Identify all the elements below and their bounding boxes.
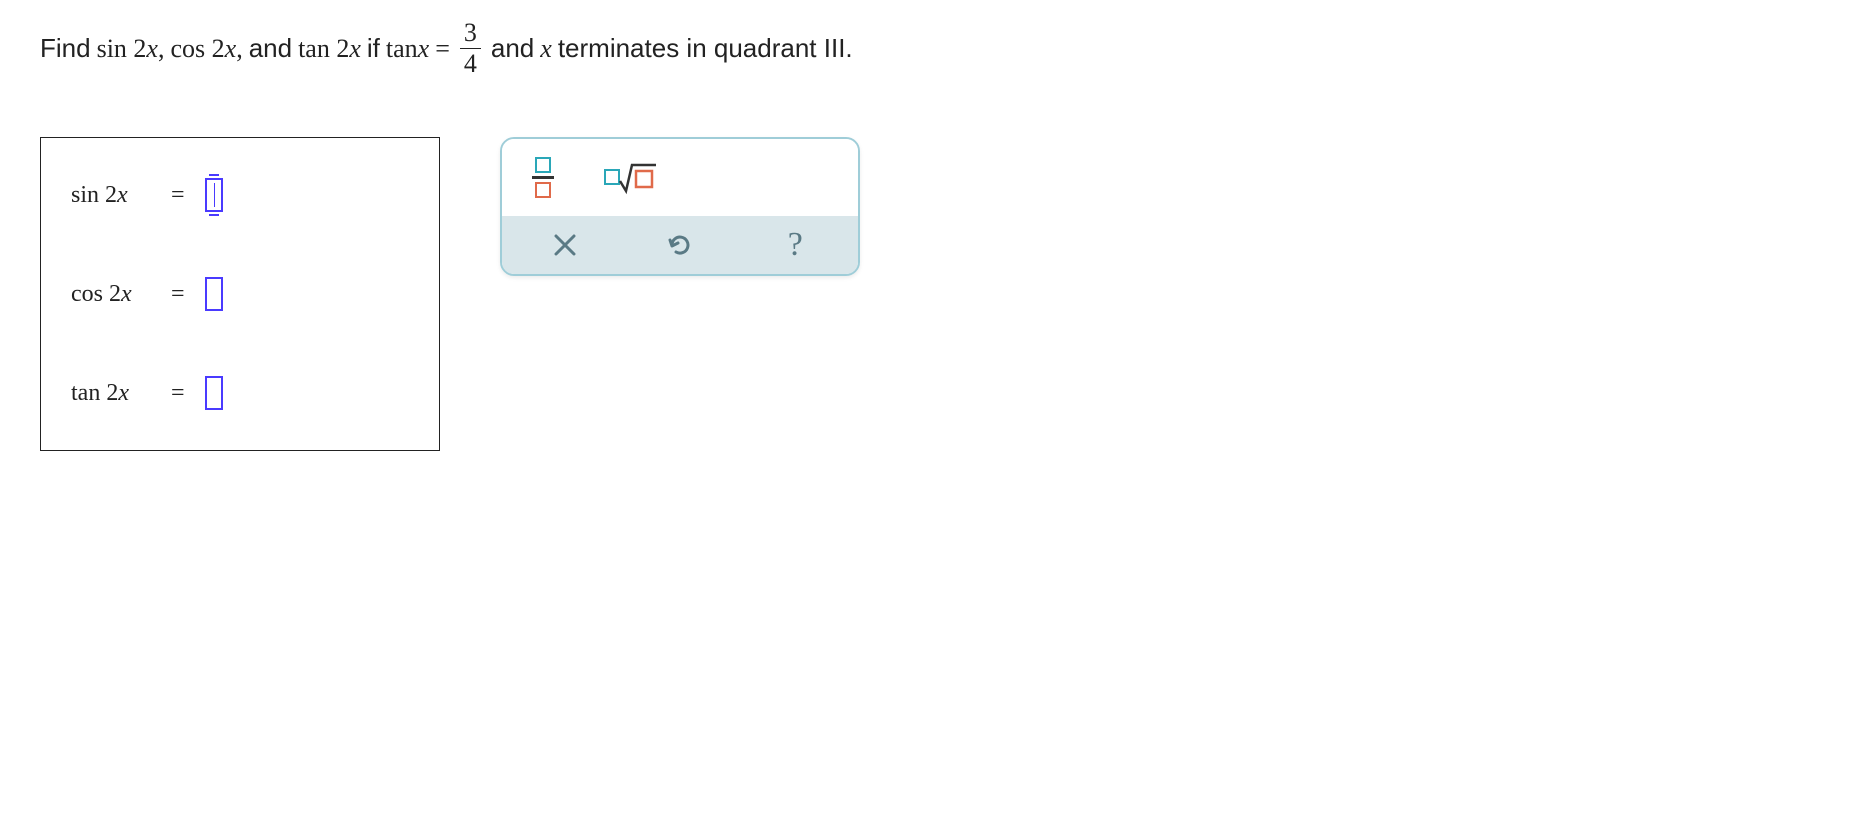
clear-button[interactable] — [550, 230, 580, 260]
lead-word: Find — [40, 33, 91, 64]
help-button[interactable]: ? — [780, 230, 810, 260]
and-word: and — [249, 33, 292, 64]
terminates-text: terminates in quadrant III. — [558, 33, 853, 64]
answer-box: sin 2x = cos 2x = tan 2x = — [40, 137, 440, 451]
sin2x-input[interactable] — [205, 178, 223, 212]
fraction-tool[interactable] — [532, 157, 554, 198]
sqrt-tool[interactable] — [604, 157, 658, 197]
fraction-3-4: 3 4 — [460, 20, 481, 77]
if-word: if — [367, 33, 380, 64]
answer-row-cos2x: cos 2x = — [71, 277, 409, 311]
answer-row-tan2x: tan 2x = — [71, 376, 409, 410]
answer-row-sin2x: sin 2x = — [71, 178, 409, 212]
math-palette: ? — [500, 137, 860, 276]
undo-button[interactable] — [665, 230, 695, 260]
problem-statement: Find sin 2x, cos 2x, and tan 2x if tanx … — [40, 20, 1813, 77]
tan2x-input[interactable] — [205, 376, 223, 410]
cos2x-input[interactable] — [205, 277, 223, 311]
